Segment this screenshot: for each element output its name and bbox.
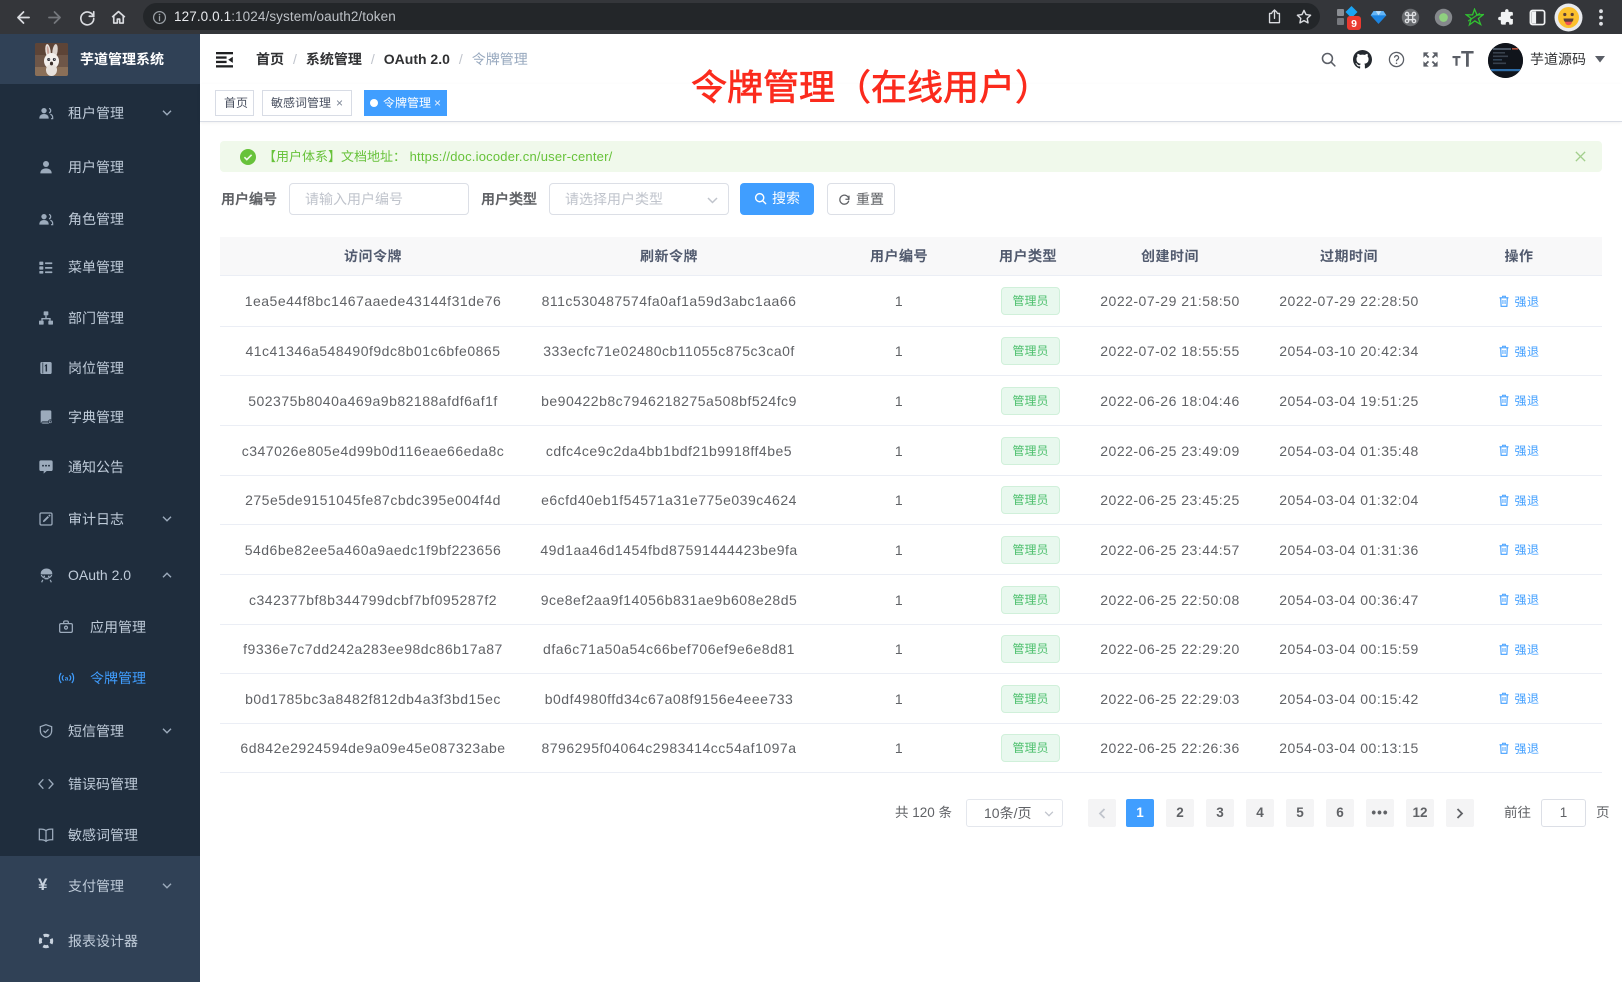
svg-text:9: 9 xyxy=(1351,18,1357,30)
svg-text:a: a xyxy=(65,675,69,682)
